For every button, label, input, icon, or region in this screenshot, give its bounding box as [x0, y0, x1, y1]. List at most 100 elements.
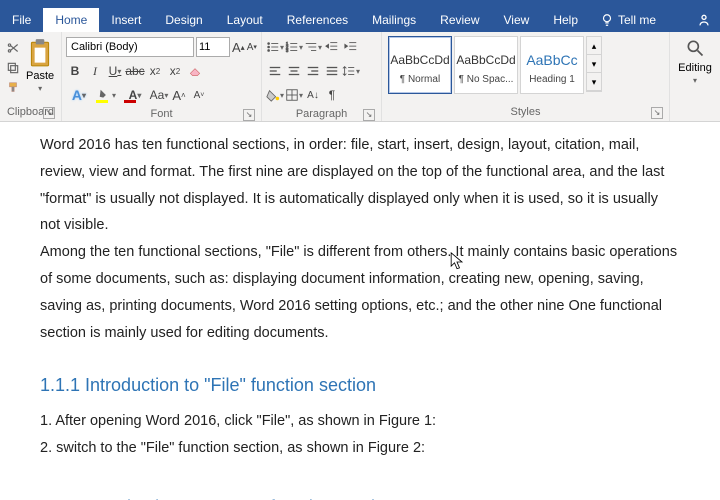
line-spacing-icon: [342, 64, 356, 78]
styles-dialog-launcher[interactable]: ↘: [651, 107, 663, 119]
lightbulb-icon: [600, 13, 614, 27]
strike-button[interactable]: abc: [126, 61, 144, 81]
indent-icon: [344, 40, 358, 54]
style-preview: AaBbCcDd: [456, 46, 515, 74]
tab-references[interactable]: References: [275, 8, 360, 32]
align-center-button[interactable]: [285, 61, 303, 81]
share-icon: [696, 12, 712, 28]
numbering-icon: 123: [285, 40, 299, 54]
tab-layout[interactable]: Layout: [215, 8, 275, 32]
paste-button[interactable]: Paste ▾: [26, 34, 54, 104]
clipboard-icon: [26, 38, 54, 68]
ribbon: Paste ▾ Clipboard↘ A▴ A▾ B I U abc x2 x2: [0, 32, 720, 122]
clipboard-dialog-launcher[interactable]: ↘: [43, 107, 55, 119]
highlight-button[interactable]: [94, 85, 120, 105]
tab-home[interactable]: Home: [43, 8, 99, 32]
tab-review[interactable]: Review: [428, 8, 491, 32]
bold-button[interactable]: B: [66, 61, 84, 81]
cut-button[interactable]: [4, 40, 22, 56]
decrease-indent-button[interactable]: [323, 37, 341, 57]
tell-me-label: Tell me: [618, 13, 656, 27]
style-preview: AaBbCcDd: [390, 46, 449, 74]
body-paragraph: Among the ten functional sections, "File…: [40, 239, 680, 346]
justify-button[interactable]: [323, 61, 341, 81]
tab-help[interactable]: Help: [541, 8, 590, 32]
menu-bar: File Home Insert Design Layout Reference…: [0, 8, 720, 32]
font-size-input[interactable]: [196, 37, 230, 57]
style-label: Heading 1: [529, 74, 575, 85]
bucket-icon: [266, 88, 280, 102]
format-painter-button[interactable]: [4, 80, 22, 96]
svg-text:3: 3: [286, 48, 289, 53]
bullets-icon: [266, 40, 280, 54]
copy-button[interactable]: [4, 60, 22, 76]
group-font: A▴ A▾ B I U abc x2 x2 A A Aa A˄ A˅ Font ↘: [62, 32, 262, 121]
tab-file[interactable]: File: [0, 8, 43, 32]
font-dialog-launcher[interactable]: ↘: [243, 109, 255, 121]
group-editing[interactable]: Editing ▾: [670, 32, 720, 121]
group-clipboard: Paste ▾ Clipboard↘: [0, 32, 62, 121]
shading-button[interactable]: [266, 85, 284, 105]
increase-indent-button[interactable]: [342, 37, 360, 57]
font-name-input[interactable]: [66, 37, 194, 57]
share-button[interactable]: [688, 8, 720, 32]
change-case-button[interactable]: Aa: [150, 85, 168, 105]
sort-button[interactable]: A↓: [304, 85, 322, 105]
scissors-icon: [6, 41, 20, 55]
styles-group-label: Styles: [511, 106, 541, 118]
borders-button[interactable]: [285, 85, 303, 105]
font-group-label: Font: [150, 108, 172, 120]
style-label: ¶ Normal: [400, 74, 440, 85]
tab-mailings[interactable]: Mailings: [360, 8, 428, 32]
bullets-button[interactable]: [266, 37, 284, 57]
tell-me[interactable]: Tell me: [590, 8, 666, 32]
styles-more[interactable]: ▴▾▾: [586, 36, 602, 92]
group-styles: AaBbCcDd ¶ Normal AaBbCcDd ¶ No Spac... …: [382, 32, 670, 121]
borders-icon: [285, 88, 299, 102]
style-normal[interactable]: AaBbCcDd ¶ Normal: [388, 36, 452, 94]
heading: 1 1 2 Introduction to "Home" function se…: [40, 491, 680, 500]
tab-insert[interactable]: Insert: [99, 8, 153, 32]
show-marks-button[interactable]: ¶: [323, 85, 341, 105]
tab-design[interactable]: Design: [153, 8, 214, 32]
grow-font-button[interactable]: A▴: [232, 37, 245, 57]
numbering-button[interactable]: 123: [285, 37, 303, 57]
group-paragraph: 123 A↓ ¶ Paragraph ↘: [262, 32, 382, 121]
paste-label: Paste: [26, 70, 54, 82]
step-text: 1. After opening Word 2016, click "File"…: [40, 408, 680, 436]
paragraph-group-label: Paragraph: [296, 108, 347, 120]
outdent-icon: [325, 40, 339, 54]
underline-button[interactable]: U: [106, 61, 124, 81]
superscript-button[interactable]: x2: [166, 61, 184, 81]
align-right-icon: [306, 64, 320, 78]
grow-font2-button[interactable]: A˄: [170, 85, 188, 105]
text-effects-button[interactable]: A: [66, 85, 92, 105]
align-right-button[interactable]: [304, 61, 322, 81]
step-text: 2. switch to the "File" function section…: [40, 435, 680, 463]
style-heading1[interactable]: AaBbCc Heading 1: [520, 36, 584, 94]
line-spacing-button[interactable]: [342, 61, 360, 81]
align-left-button[interactable]: [266, 61, 284, 81]
style-no-spacing[interactable]: AaBbCcDd ¶ No Spac...: [454, 36, 518, 94]
font-color-button[interactable]: A: [122, 85, 148, 105]
body-paragraph: Word 2016 has ten functional sections, i…: [40, 132, 680, 239]
subscript-button[interactable]: x2: [146, 61, 164, 81]
clear-format-button[interactable]: [186, 61, 204, 81]
heading: 1.1.1 Introduction to "File" function se…: [40, 369, 680, 402]
align-left-icon: [268, 64, 282, 78]
copy-icon: [6, 61, 20, 75]
multilevel-icon: [304, 40, 318, 54]
shrink-font2-button[interactable]: A˅: [190, 85, 208, 105]
editing-label: Editing: [678, 62, 712, 74]
justify-icon: [325, 64, 339, 78]
italic-button[interactable]: I: [86, 61, 104, 81]
brush-icon: [6, 81, 20, 95]
style-label: ¶ No Spac...: [459, 74, 514, 85]
paragraph-dialog-launcher[interactable]: ↘: [363, 109, 375, 121]
find-icon: [685, 38, 705, 58]
shrink-font-button[interactable]: A▾: [247, 37, 257, 57]
multilevel-button[interactable]: [304, 37, 322, 57]
document-body[interactable]: Word 2016 has ten functional sections, i…: [0, 122, 720, 500]
tab-view[interactable]: View: [492, 8, 542, 32]
align-center-icon: [287, 64, 301, 78]
